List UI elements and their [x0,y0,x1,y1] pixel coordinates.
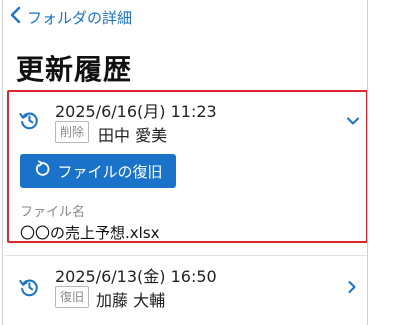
app-screen: フォルダの詳細 更新履歴 2025/6/16(月) 11:23 削除 田中 愛美 [2,0,368,325]
file-name-value: 〇〇の売上予想.xlsx [20,224,160,242]
back-link-label: フォルダの詳細 [27,8,133,27]
history-icon [18,276,40,298]
chevron-down-icon[interactable] [346,113,360,127]
restore-icon [33,160,51,182]
chevron-right-icon[interactable] [345,279,359,293]
page-title: 更新履歴 [16,53,133,86]
history-datetime: 2025/6/13(金) 16:50 [55,267,217,286]
restore-button-label: ファイルの復旧 [57,162,163,181]
history-user: 田中 愛美 [98,126,168,145]
chevron-left-icon [9,6,21,28]
history-user: 加藤 大輔 [96,291,166,310]
action-badge: 削除 [55,121,90,143]
history-datetime: 2025/6/16(月) 11:23 [55,102,217,121]
history-item[interactable]: 2025/6/13(金) 16:50 復旧 加藤 大輔 [5,256,367,325]
back-link[interactable]: フォルダの詳細 [9,6,132,28]
history-item-expanded[interactable]: 2025/6/16(月) 11:23 削除 田中 愛美 ファイルの復旧 ファイル… [7,90,367,243]
file-name-label: ファイル名 [20,205,86,220]
action-badge: 復旧 [55,286,90,308]
history-icon [18,109,40,131]
restore-file-button[interactable]: ファイルの復旧 [20,154,176,188]
